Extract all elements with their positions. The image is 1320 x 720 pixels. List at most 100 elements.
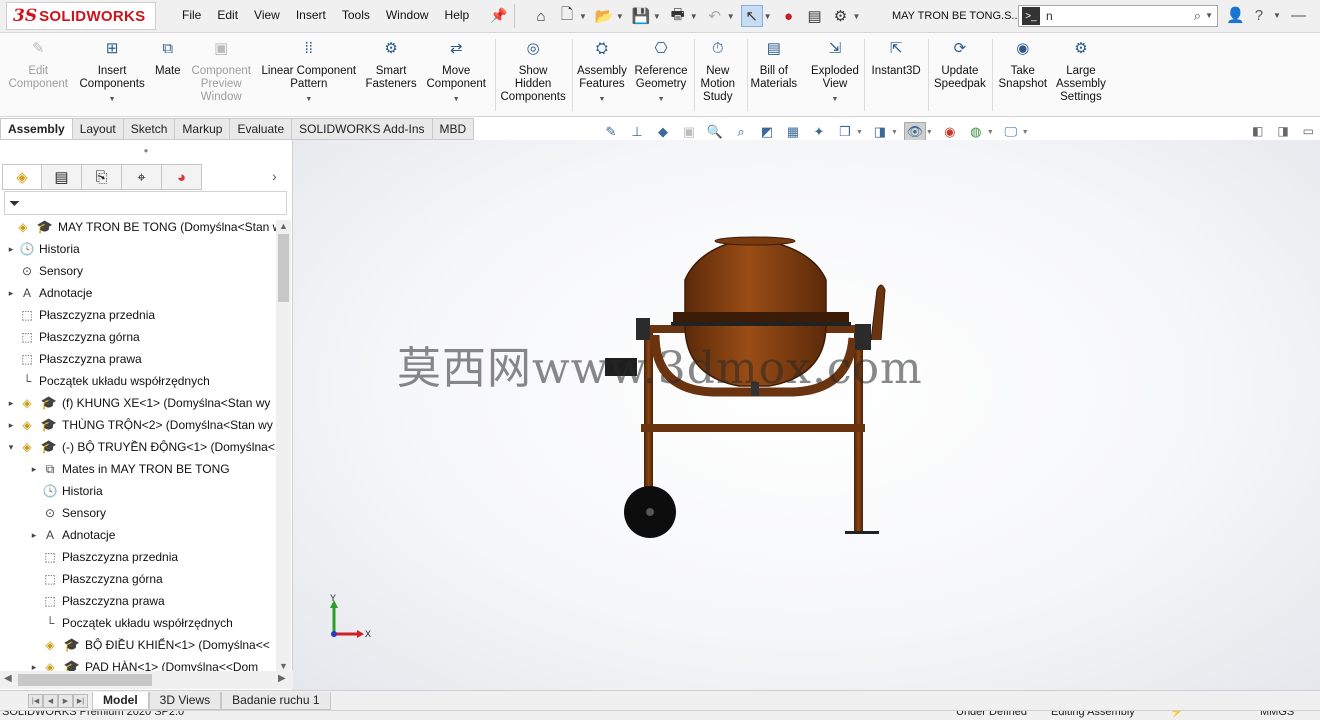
first-tab-icon[interactable]: |◀ <box>28 693 43 708</box>
concrete-mixer-model[interactable]: Y X <box>293 140 1320 690</box>
chevron-down-icon[interactable]: ▼ <box>658 93 665 106</box>
scroll-up-icon[interactable]: ▲ <box>279 221 288 231</box>
motion-study-button[interactable]: ⏱ New Motion Study <box>701 37 736 104</box>
tree-node[interactable]: ◈ 🎓 BỘ ĐIỀU KHIỂN<1> (Domyślna<< <box>29 634 269 656</box>
tab-model[interactable]: Model <box>92 691 149 710</box>
print-icon[interactable]: 🖶 <box>667 5 689 27</box>
menu-insert[interactable]: Insert <box>288 8 334 22</box>
menu-file[interactable]: File <box>174 8 209 22</box>
property-manager-tab-icon[interactable]: ▤ <box>42 164 82 190</box>
scrollbar-thumb[interactable] <box>278 234 289 302</box>
chevron-down-icon[interactable]: ▼ <box>453 93 460 106</box>
scroll-right-icon[interactable]: ▶ <box>278 673 286 684</box>
tree-horizontal-scrollbar[interactable]: ◀ ▶ <box>0 671 293 689</box>
chevron-down-icon[interactable]: ▼ <box>727 12 735 21</box>
tab-markup[interactable]: Markup <box>175 118 231 140</box>
menu-view[interactable]: View <box>246 8 288 22</box>
chevron-down-icon[interactable]: ▼ <box>926 129 933 136</box>
chevron-down-icon[interactable]: ▼ <box>1022 129 1029 136</box>
select-arrow-icon[interactable]: ↖ <box>740 5 763 27</box>
tab-layout[interactable]: Layout <box>72 118 124 140</box>
chevron-down-icon[interactable]: ▼ <box>109 93 116 106</box>
display-manager-tab-icon[interactable]: ◕ <box>162 164 202 190</box>
preview-window-button[interactable]: ▣ Component Preview Window <box>192 37 251 104</box>
expand-toggle-icon[interactable]: ▸ <box>29 530 39 541</box>
tab-sketch[interactable]: Sketch <box>123 118 176 140</box>
view-cube-icon[interactable]: ◆ <box>652 122 674 142</box>
tree-node[interactable]: ▸ ⧉ Mates in MAY TRON BE TONG <box>29 458 230 480</box>
traffic-light-icon[interactable]: ● <box>778 5 800 27</box>
tab-mbd[interactable]: MBD <box>432 118 475 140</box>
section-view-icon[interactable]: ◩ <box>756 122 778 142</box>
tree-node[interactable]: └ Początek układu współrzędnych <box>6 370 210 392</box>
tree-node[interactable]: ⊙ Sensory <box>6 260 83 282</box>
status-units[interactable]: MMGS <box>1260 711 1294 720</box>
previous-view-icon[interactable]: ⊥ <box>626 122 648 142</box>
graphics-area[interactable]: Y X 莫西网www.3dmox.com <box>293 140 1320 690</box>
display-style-icon[interactable]: ❒ <box>834 122 856 142</box>
large-assembly-button[interactable]: ⚙ Large Assembly Settings <box>1056 37 1106 104</box>
pin-menu-icon[interactable]: 📌 <box>490 7 507 24</box>
chevron-down-icon[interactable]: ▼ <box>690 12 698 21</box>
hide-show-icon[interactable]: ✦ <box>808 122 830 142</box>
exploded-view-button[interactable]: ⇲ Exploded View ▼ <box>811 37 859 106</box>
scroll-left-icon[interactable]: ◀ <box>4 673 12 684</box>
menu-window[interactable]: Window <box>378 8 437 22</box>
expand-toggle-icon[interactable]: ▸ <box>6 288 16 299</box>
mate-button[interactable]: ⧉ Mate <box>155 37 181 78</box>
menu-help[interactable]: Help <box>437 8 478 22</box>
viewport-minimize-icon[interactable]: ▭ <box>1303 124 1314 138</box>
expand-toggle-icon[interactable]: ▸ <box>6 420 16 431</box>
tree-node[interactable]: ▸ A Adnotacje <box>6 282 93 304</box>
snapshot-button[interactable]: ◉ Take Snapshot <box>999 37 1048 91</box>
chevron-down-icon[interactable]: ▼ <box>853 12 861 21</box>
chevron-down-icon[interactable]: ▼ <box>579 12 587 21</box>
tree-node[interactable]: └ Początek układu współrzędnych <box>29 612 233 634</box>
prev-tab-icon[interactable]: ◀ <box>43 693 58 708</box>
tree-node[interactable]: ▾ ◈ 🎓 (-) BỘ TRUYỀN ĐỘNG<1> (Domyślna< <box>6 436 275 458</box>
assembly-features-button[interactable]: ⛭ Assembly Features ▼ <box>577 37 627 106</box>
tree-node[interactable]: ⬚ Płaszczyzna prawa <box>6 348 141 370</box>
view-settings-icon[interactable]: ◨ <box>869 122 891 142</box>
reference-geometry-button[interactable]: ⎔ Reference Geometry ▼ <box>635 37 688 106</box>
chevron-down-icon[interactable]: ▼ <box>598 93 605 106</box>
chevron-down-icon[interactable]: ▼ <box>653 12 661 21</box>
next-tab-icon[interactable]: ▶ <box>58 693 73 708</box>
undo-icon[interactable]: ↶ <box>704 5 726 27</box>
minimize-icon[interactable]: — <box>1291 7 1306 24</box>
new-document-icon[interactable]: 🗋 <box>556 5 578 27</box>
hide-items-icon[interactable]: 👁 <box>903 122 926 142</box>
tree-node[interactable]: ▸ 🕓 Historia <box>6 238 80 260</box>
zoom-area-icon[interactable]: 🔍 <box>704 122 726 142</box>
tab-assembly[interactable]: Assembly <box>0 118 73 140</box>
search-input[interactable]: n <box>1046 9 1053 23</box>
tree-node[interactable]: ⬚ Płaszczyzna górna <box>29 568 162 590</box>
rebuild-icon[interactable]: ⚡ <box>1170 711 1184 720</box>
help-icon[interactable]: ? <box>1255 7 1263 24</box>
chevron-down-icon[interactable]: ▼ <box>987 129 994 136</box>
linear-pattern-button[interactable]: ⁞⁞ Linear Component Pattern ▼ <box>262 37 357 106</box>
expand-toggle-icon[interactable]: ▾ <box>6 442 16 453</box>
tree-node[interactable]: ◈ 🎓 MAY TRON BE TONG (Domyślna<Stan wy <box>2 216 276 238</box>
last-tab-icon[interactable]: ▶| <box>73 693 88 708</box>
menu-edit[interactable]: Edit <box>209 8 246 22</box>
dynamic-annotation-icon[interactable]: ▦ <box>782 122 804 142</box>
save-icon[interactable]: 💾 <box>630 5 652 27</box>
insert-components-button[interactable]: ⊞ Insert Components ▼ <box>80 37 145 106</box>
chevron-right-icon[interactable]: › <box>272 168 277 184</box>
user-icon[interactable]: 👤 <box>1226 6 1245 24</box>
tile-left-icon[interactable]: ◧ <box>1252 124 1263 138</box>
tab-motion-study[interactable]: Badanie ruchu 1 <box>221 691 331 710</box>
tab-addins[interactable]: SOLIDWORKS Add-Ins <box>292 118 433 140</box>
scrollbar-thumb[interactable] <box>18 674 152 686</box>
menu-tools[interactable]: Tools <box>334 8 378 22</box>
chevron-down-icon[interactable]: ▼ <box>856 129 863 136</box>
chevron-down-icon[interactable]: ▼ <box>764 12 772 21</box>
chevron-down-icon[interactable]: ▼ <box>832 93 839 106</box>
configuration-manager-tab-icon[interactable]: ⎘ <box>82 164 122 190</box>
chevron-down-icon[interactable]: ▼ <box>616 12 624 21</box>
smart-fasteners-button[interactable]: ⚙ Smart Fasteners <box>366 37 417 91</box>
edit-appearance-icon[interactable]: ◉ <box>939 122 961 142</box>
zoom-fit-icon[interactable]: ⌕ <box>730 122 752 142</box>
display-settings-icon[interactable]: 🖵 <box>1000 122 1022 142</box>
